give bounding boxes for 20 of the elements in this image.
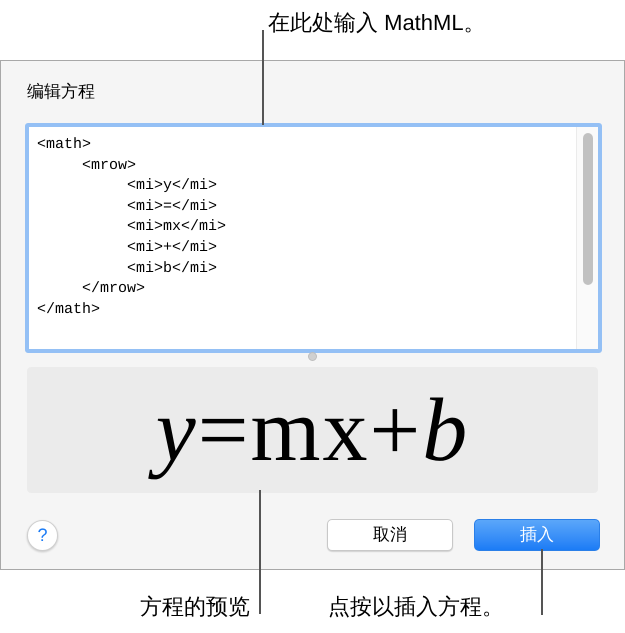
equation: y=mx+b: [142, 372, 484, 488]
code-line: <mi>+</mi>: [126, 238, 218, 258]
cancel-button[interactable]: 取消: [327, 519, 453, 551]
help-button[interactable]: ?: [27, 520, 58, 550]
code-line: <mrow>: [81, 156, 136, 176]
dialog-title: 编辑方程: [27, 81, 96, 103]
scrollbar-thumb[interactable]: [582, 133, 592, 285]
code-line: </mrow>: [81, 279, 146, 300]
code-line: <math>: [37, 135, 92, 155]
leader-line: [541, 549, 542, 615]
code-line: <mi>=</mi>: [126, 196, 218, 217]
code-line: <mi>b</mi>: [126, 258, 218, 279]
callout-text: 在此处输入 MathML。: [268, 10, 486, 35]
code-line: <mi>y</mi>: [126, 176, 218, 196]
callout-text: 方程的预览: [139, 593, 251, 621]
mathml-field[interactable]: <math> <mrow> <mi>y</mi> <mi>=</mi> <mi>mx</mi> <mi>+</mi> <mi>b</mi> </mrow> </math>: [25, 123, 602, 353]
code-line: </math>: [37, 300, 100, 320]
code-line: <mi>mx</mi>: [126, 217, 226, 238]
callout-text: 点按以插入方程。: [328, 593, 504, 621]
resize-handle[interactable]: [308, 352, 317, 361]
